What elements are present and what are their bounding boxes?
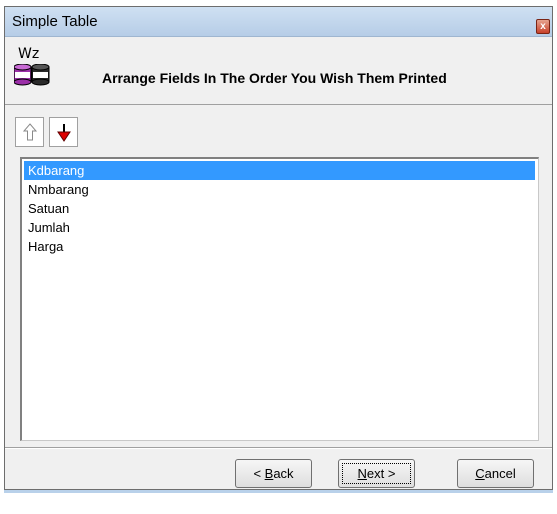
database-icon [14,64,50,86]
wizard-header: Wz Arrange Fields In The Order You Wish … [5,37,552,105]
move-down-button[interactable] [49,117,78,147]
window-title: Simple Table [12,13,98,30]
dialog-window: Simple Table x Wz Arrange Fields In The … [4,6,553,490]
title-bar[interactable]: Simple Table x [5,7,552,37]
back-label-prefix: < [253,466,265,481]
cancel-mnemonic: C [475,466,485,481]
back-label-rest: ack [273,466,294,481]
wizard-logo-text: Wz [18,46,40,62]
arrow-up-outline-icon [22,123,38,141]
focus-ring [342,463,411,484]
list-item-kdbarang[interactable]: Kdbarang [24,161,535,180]
field-order-listbox[interactable]: Kdbarang Nmbarang Satuan Jumlah Harga [20,157,539,441]
cancel-button[interactable]: Cancel [457,459,534,488]
back-button[interactable]: < Back [235,459,312,488]
list-item-harga[interactable]: Harga [24,237,535,256]
wizard-logo-icon: Wz [14,46,50,90]
move-up-button[interactable] [15,117,44,147]
list-item-satuan[interactable]: Satuan [24,199,535,218]
close-button[interactable]: x [536,19,550,34]
window-bottom-edge [4,490,553,493]
cancel-label-rest: ancel [484,466,516,481]
wizard-step-title: Arrange Fields In The Order You Wish The… [102,70,447,86]
next-button[interactable]: Next > [338,459,415,488]
list-item-nmbarang[interactable]: Nmbarang [24,180,535,199]
footer-divider [5,447,552,449]
list-item-jumlah[interactable]: Jumlah [24,218,535,237]
close-icon: x [540,21,546,32]
arrow-down-red-icon [57,124,71,142]
